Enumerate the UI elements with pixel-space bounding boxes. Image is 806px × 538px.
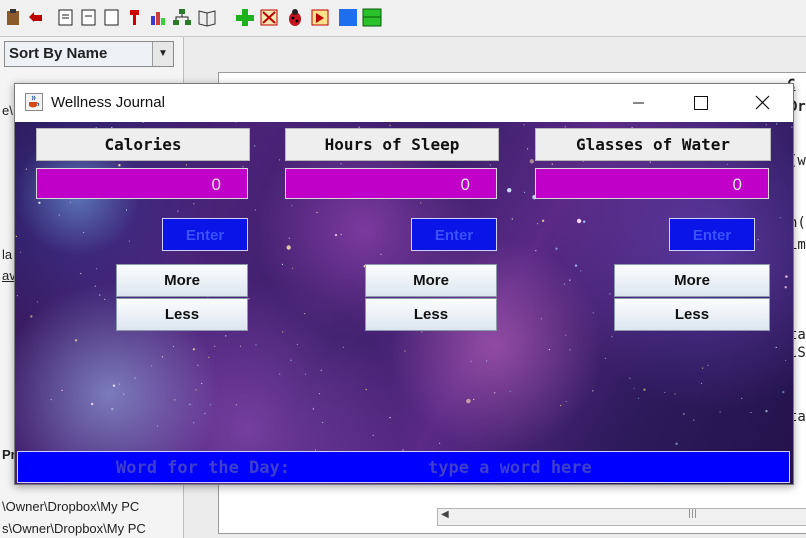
sort-select-label: Sort By Name xyxy=(9,45,108,62)
calories-header: Calories xyxy=(36,128,250,161)
maximize-button[interactable] xyxy=(677,84,723,122)
water-enter-button[interactable]: Enter xyxy=(669,218,755,251)
path-line: \Owner\Dropbox\My PC xyxy=(2,499,140,514)
title-bar[interactable]: Wellness Journal xyxy=(15,84,793,122)
calories-less-button[interactable]: Less xyxy=(116,298,248,331)
pin-icon[interactable] xyxy=(126,8,143,27)
word-of-day-bar: Word for the Day: xyxy=(17,451,790,483)
close-icon xyxy=(755,95,770,110)
ide-toolbar xyxy=(0,0,806,37)
blue-square-icon[interactable] xyxy=(338,8,358,27)
word-of-day-input[interactable] xyxy=(428,455,778,481)
paste-icon[interactable] xyxy=(5,8,22,27)
minimize-icon xyxy=(633,102,644,104)
green-square-icon[interactable] xyxy=(362,8,382,27)
close-button[interactable] xyxy=(739,84,785,122)
horizontal-scrollbar[interactable]: ◀ ||| xyxy=(437,508,806,526)
water-less-button[interactable]: Less xyxy=(614,298,770,331)
document-icon[interactable] xyxy=(57,8,74,27)
sleep-more-button[interactable]: More xyxy=(365,264,497,297)
scroll-thumb-grip[interactable]: ||| xyxy=(688,509,697,519)
new-file-icon[interactable] xyxy=(103,8,120,27)
chevron-down-icon[interactable]: ▼ xyxy=(152,42,173,66)
calories-more-button[interactable]: More xyxy=(116,264,248,297)
calories-field[interactable]: 0 xyxy=(36,168,248,199)
book-icon[interactable] xyxy=(197,8,217,27)
bar-chart-icon[interactable] xyxy=(150,8,167,27)
java-cup-icon xyxy=(25,93,43,111)
sleep-enter-button[interactable]: Enter xyxy=(411,218,497,251)
path-line: s\Owner\Dropbox\My PC xyxy=(2,521,146,536)
sleep-less-button[interactable]: Less xyxy=(365,298,497,331)
undo-icon[interactable] xyxy=(25,8,45,27)
left-fragment: la xyxy=(2,247,13,262)
scroll-left-icon[interactable]: ◀ xyxy=(441,509,449,520)
calories-enter-button[interactable]: Enter xyxy=(162,218,248,251)
water-header: Glasses of Water xyxy=(535,128,771,161)
tool-icon[interactable] xyxy=(259,8,279,27)
galaxy-background: Calories 0 Enter More Less Hours of Slee… xyxy=(15,122,793,484)
wellness-journal-window: Wellness Journal Calories 0 Enter More L… xyxy=(14,83,794,485)
hierarchy-icon[interactable] xyxy=(172,8,192,27)
sort-select[interactable]: Sort By Name ▼ xyxy=(4,41,174,67)
word-of-day-label: Word for the Day: xyxy=(116,458,290,478)
water-field[interactable]: 0 xyxy=(535,168,769,199)
add-icon[interactable] xyxy=(235,8,255,27)
bug-icon[interactable] xyxy=(285,8,305,27)
maximize-icon xyxy=(694,96,708,110)
left-fragment: e\ xyxy=(2,103,13,118)
minimize-button[interactable] xyxy=(615,84,661,122)
window-title: Wellness Journal xyxy=(51,94,165,111)
sleep-header: Hours of Sleep xyxy=(285,128,499,161)
run-icon[interactable] xyxy=(310,8,330,27)
sleep-field[interactable]: 0 xyxy=(285,168,497,199)
document2-icon[interactable] xyxy=(80,8,97,27)
water-more-button[interactable]: More xyxy=(614,264,770,297)
